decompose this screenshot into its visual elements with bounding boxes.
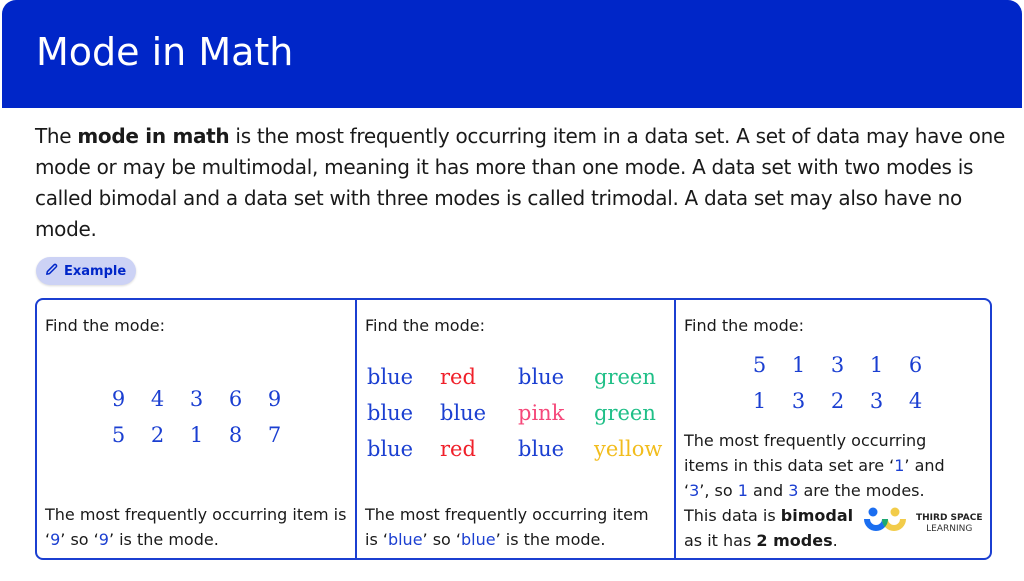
data-value: 6 (908, 353, 923, 377)
data-word: blue (518, 437, 565, 461)
data-value: 1 (869, 353, 884, 377)
data-value: 4 (908, 389, 923, 413)
example-cell-3: Find the mode: 5 1 3 1 6 1 3 2 3 4 The m… (674, 300, 990, 558)
header-banner: Mode in Math (2, 0, 1022, 108)
data-value: 1 (791, 353, 806, 377)
pencil-icon (44, 262, 59, 281)
example-cell-2: Find the mode: blue red blue green blue blue p… (355, 300, 674, 558)
data-word: red (440, 437, 476, 461)
data-value: 9 (111, 387, 126, 411)
data-word: pink (518, 401, 565, 425)
example-prompt: Find the mode: (684, 316, 804, 335)
page-title: Mode in Math (36, 30, 294, 74)
example-cell-1: Find the mode: 9 4 3 6 9 5 2 1 8 7 The m… (37, 300, 355, 558)
intro-prefix: The (35, 124, 78, 148)
data-value: 7 (267, 423, 282, 447)
data-value: 2 (830, 389, 845, 413)
data-value: 8 (228, 423, 243, 447)
data-value: 5 (752, 353, 767, 377)
example-prompt: Find the mode: (45, 316, 165, 335)
data-word: blue (440, 401, 487, 425)
data-value: 5 (111, 423, 126, 447)
data-word: blue (367, 437, 414, 461)
data-value: 9 (267, 387, 282, 411)
data-word: green (594, 365, 656, 389)
example-answer: The most frequently occurring item is ‘b… (365, 505, 649, 549)
data-value: 3 (830, 353, 845, 377)
examples-panel: Find the mode: 9 4 3 6 9 5 2 1 8 7 The m… (35, 298, 992, 560)
data-value: 3 (791, 389, 806, 413)
data-value: 3 (869, 389, 884, 413)
intro-bold-term: mode in math (77, 124, 230, 148)
data-value: 1 (189, 423, 204, 447)
data-word: blue (367, 365, 414, 389)
data-value: 6 (228, 387, 243, 411)
example-badge: Example (36, 257, 137, 285)
logo-mark-icon (862, 507, 908, 541)
data-value: 1 (752, 389, 767, 413)
third-space-learning-logo: THIRD SPACE LEARNING (862, 507, 983, 541)
data-word: red (440, 365, 476, 389)
word-grid: blue red blue green blue blue pink green blue red… (367, 362, 674, 464)
data-word: yellow (594, 437, 663, 461)
example-prompt: Find the mode: (365, 316, 485, 335)
example-label: Example (64, 263, 127, 279)
data-value: 2 (150, 423, 165, 447)
data-value: 3 (189, 387, 204, 411)
example-answer: The most frequently occurring item is ‘9… (45, 505, 347, 549)
number-grid: 5 1 3 1 6 1 3 2 3 4 (740, 350, 935, 416)
data-word: blue (367, 401, 414, 425)
logo-text: THIRD SPACE LEARNING (916, 513, 983, 534)
number-grid: 9 4 3 6 9 5 2 1 8 7 (99, 384, 294, 450)
data-word: green (594, 401, 656, 425)
data-value: 4 (150, 387, 165, 411)
data-word: blue (518, 365, 565, 389)
intro-paragraph: The mode in math is the most frequently … (35, 121, 1010, 245)
